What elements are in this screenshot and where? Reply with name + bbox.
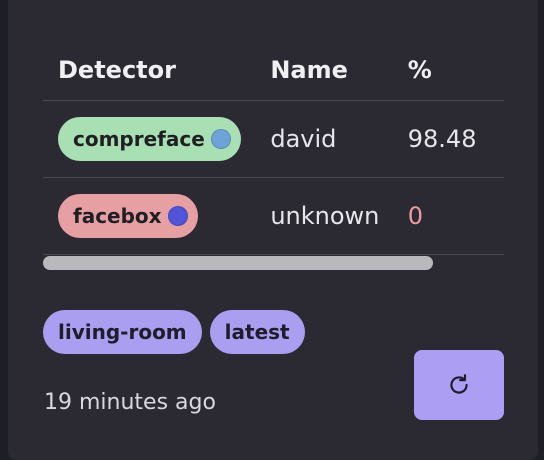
detector-color-dot [210,128,231,149]
tag-list: living-room latest [43,310,305,354]
header-percent: % [407,55,432,84]
detector-label: compreface [73,126,205,151]
horizontal-scrollbar[interactable] [43,256,504,270]
percent-cell: 98.48 [407,124,477,153]
scrollbar-thumb[interactable] [43,256,433,270]
tag-camera[interactable]: living-room [43,310,202,354]
detector-label: facebox [73,203,162,228]
table-row: compreface david 98.48 4 [43,100,504,177]
timestamp: 19 minutes ago [44,390,216,415]
detector-badge-compreface: compreface [58,116,241,161]
header-box: B [503,40,504,100]
refresh-icon [450,374,468,394]
name-cell: david [270,124,337,153]
percent-cell: 0 [407,201,424,230]
box-cell: 4 [503,100,504,177]
results-table-container[interactable]: Detector Name % B compreface david 98.48… [43,40,504,274]
detector-cell: facebox [43,177,270,254]
detector-cell: compreface [43,100,270,177]
tag-latest[interactable]: latest [209,310,305,354]
detector-badge-facebox: facebox [58,193,198,238]
detector-color-dot [167,205,188,226]
header-name: Name [270,55,348,84]
box-cell: 3 [503,177,504,254]
refresh-button[interactable] [414,350,504,420]
table-header-row: Detector Name % B [43,40,504,100]
table-row: facebox unknown 0 3 [43,177,504,254]
results-table: Detector Name % B compreface david 98.48… [43,40,504,255]
header-detector: Detector [58,55,176,84]
name-cell: unknown [270,201,380,230]
